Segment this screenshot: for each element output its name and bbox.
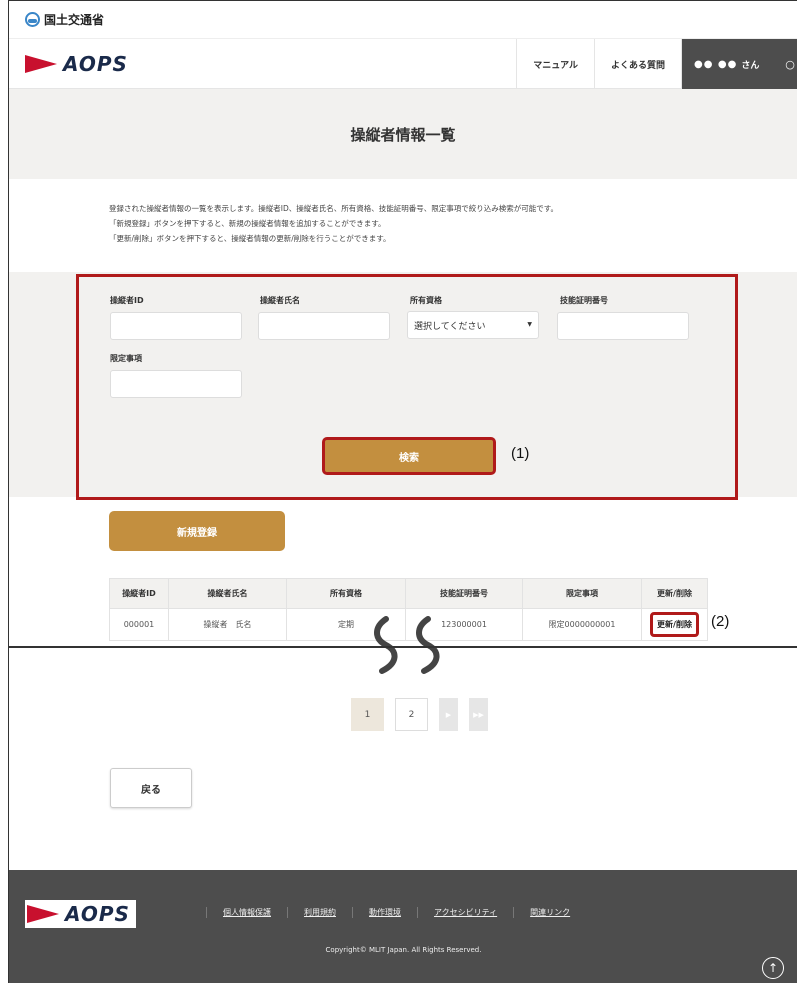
user-name: ●● ●● bbox=[694, 58, 738, 70]
cell-action: 更新/削除 bbox=[641, 608, 708, 641]
logo-arrow-icon bbox=[25, 54, 57, 73]
qualification-selected: 選択してください bbox=[414, 322, 486, 332]
footer-link-accessibility[interactable]: アクセシビリティ bbox=[417, 907, 513, 918]
last-page-icon[interactable]: ▶▶ bbox=[469, 698, 488, 731]
page-description: 登録された操縦者情報の一覧を表示します。操縦者ID、操縦者氏名、所有資格、技能証… bbox=[9, 179, 797, 275]
header-nav: マニュアル よくある質問 ●● ●● さん ○ bbox=[516, 39, 797, 89]
footer-link-terms[interactable]: 利用規約 bbox=[287, 907, 352, 918]
search-form-highlight: 操縦者ID 操縦者氏名 所有資格 選択してください ▼ 技能証明番号 限定事項 … bbox=[76, 274, 738, 500]
qualification-label: 所有資格 bbox=[410, 296, 442, 305]
pilot-id-input[interactable] bbox=[110, 312, 242, 340]
footer-links: 個人情報保護 利用規約 動作環境 アクセシビリティ 関連リンク bbox=[206, 907, 586, 918]
chevron-down-icon: ▼ bbox=[527, 321, 532, 328]
copyright: Copyright© MLIT Japan. All Rights Reserv… bbox=[325, 946, 482, 954]
omission-divider bbox=[9, 646, 797, 648]
nav-user-menu[interactable]: ●● ●● さん bbox=[681, 39, 783, 89]
col-action: 更新/削除 bbox=[641, 578, 708, 609]
search-button[interactable]: 検索 bbox=[322, 437, 496, 475]
aops-logo[interactable]: AOPS bbox=[25, 52, 128, 76]
col-cert-no: 技能証明番号 bbox=[405, 578, 523, 609]
logo-text: AOPS bbox=[63, 51, 128, 76]
site-header: AOPS マニュアル よくある質問 ●● ●● さん ○ bbox=[9, 39, 797, 89]
table-header-row: 操縦者ID 操縦者氏名 所有資格 技能証明番号 限定事項 更新/削除 bbox=[109, 578, 708, 609]
col-restriction: 限定事項 bbox=[522, 578, 642, 609]
cert-no-input[interactable] bbox=[557, 312, 689, 340]
page-2-button[interactable]: 2 bbox=[395, 698, 428, 731]
description-line: 「更新/削除」ボタンを押下すると、操縦者情報の更新/削除を行うことができます。 bbox=[109, 234, 391, 243]
new-register-button[interactable]: 新規登録 bbox=[109, 511, 285, 551]
callout-2: (2) bbox=[711, 613, 730, 630]
qualification-select[interactable]: 選択してください ▼ bbox=[407, 311, 539, 339]
menu-circle-icon[interactable]: ○ bbox=[783, 39, 797, 89]
footer-logo-text: AOPS bbox=[65, 902, 130, 926]
omission-squiggle-icon bbox=[374, 616, 440, 674]
scroll-top-icon[interactable]: ↑ bbox=[762, 957, 784, 979]
back-button[interactable]: 戻る bbox=[110, 768, 192, 808]
page-title: 操縦者情報一覧 bbox=[350, 125, 456, 144]
gov-name: 国土交通省 bbox=[44, 13, 105, 27]
cell-restriction: 限定0000000001 bbox=[522, 608, 642, 641]
pagination: 1 2 ▶ ▶▶ bbox=[351, 698, 488, 731]
cell-pilot-name: 操縦者 氏名 bbox=[168, 608, 287, 641]
pilot-id-label: 操縦者ID bbox=[110, 296, 144, 305]
next-page-icon[interactable]: ▶ bbox=[439, 698, 458, 731]
gov-bar: 国土交通省 bbox=[9, 1, 797, 39]
nav-manual[interactable]: マニュアル bbox=[516, 39, 594, 89]
restriction-input[interactable] bbox=[110, 370, 242, 398]
restriction-label: 限定事項 bbox=[110, 354, 142, 363]
page-1-button[interactable]: 1 bbox=[351, 698, 384, 731]
col-pilot-id: 操縦者ID bbox=[109, 578, 169, 609]
site-footer: AOPS 個人情報保護 利用規約 動作環境 アクセシビリティ 関連リンク Cop… bbox=[9, 870, 797, 983]
logo-arrow-icon bbox=[27, 905, 59, 923]
nav-faq[interactable]: よくある質問 bbox=[593, 39, 681, 89]
pilot-name-input[interactable] bbox=[258, 312, 390, 340]
user-suffix: さん bbox=[741, 60, 760, 71]
page-frame: 国土交通省 AOPS マニュアル よくある質問 ●● ●● さん ○ 操縦者情報… bbox=[8, 0, 797, 983]
description-line: 「新規登録」ボタンを押下すると、新規の操縦者情報を追加することができます。 bbox=[109, 219, 386, 228]
description-line: 登録された操縦者情報の一覧を表示します。操縦者ID、操縦者氏名、所有資格、技能証… bbox=[109, 204, 558, 213]
col-pilot-name: 操縦者氏名 bbox=[168, 578, 287, 609]
update-delete-button[interactable]: 更新/削除 bbox=[650, 612, 699, 637]
col-qualification: 所有資格 bbox=[286, 578, 406, 609]
footer-link-privacy[interactable]: 個人情報保護 bbox=[206, 907, 287, 918]
cert-no-label: 技能証明番号 bbox=[560, 296, 608, 305]
callout-1: (1) bbox=[511, 445, 530, 462]
mlit-logo-icon bbox=[25, 12, 40, 27]
title-band: 操縦者情報一覧 bbox=[9, 89, 797, 179]
footer-logo[interactable]: AOPS bbox=[25, 900, 136, 928]
pilot-name-label: 操縦者氏名 bbox=[260, 296, 300, 305]
footer-link-related[interactable]: 関連リンク bbox=[513, 907, 586, 918]
cell-pilot-id: 000001 bbox=[109, 608, 169, 641]
footer-link-environment[interactable]: 動作環境 bbox=[352, 907, 417, 918]
search-area: 操縦者ID 操縦者氏名 所有資格 選択してください ▼ 技能証明番号 限定事項 … bbox=[9, 272, 797, 500]
